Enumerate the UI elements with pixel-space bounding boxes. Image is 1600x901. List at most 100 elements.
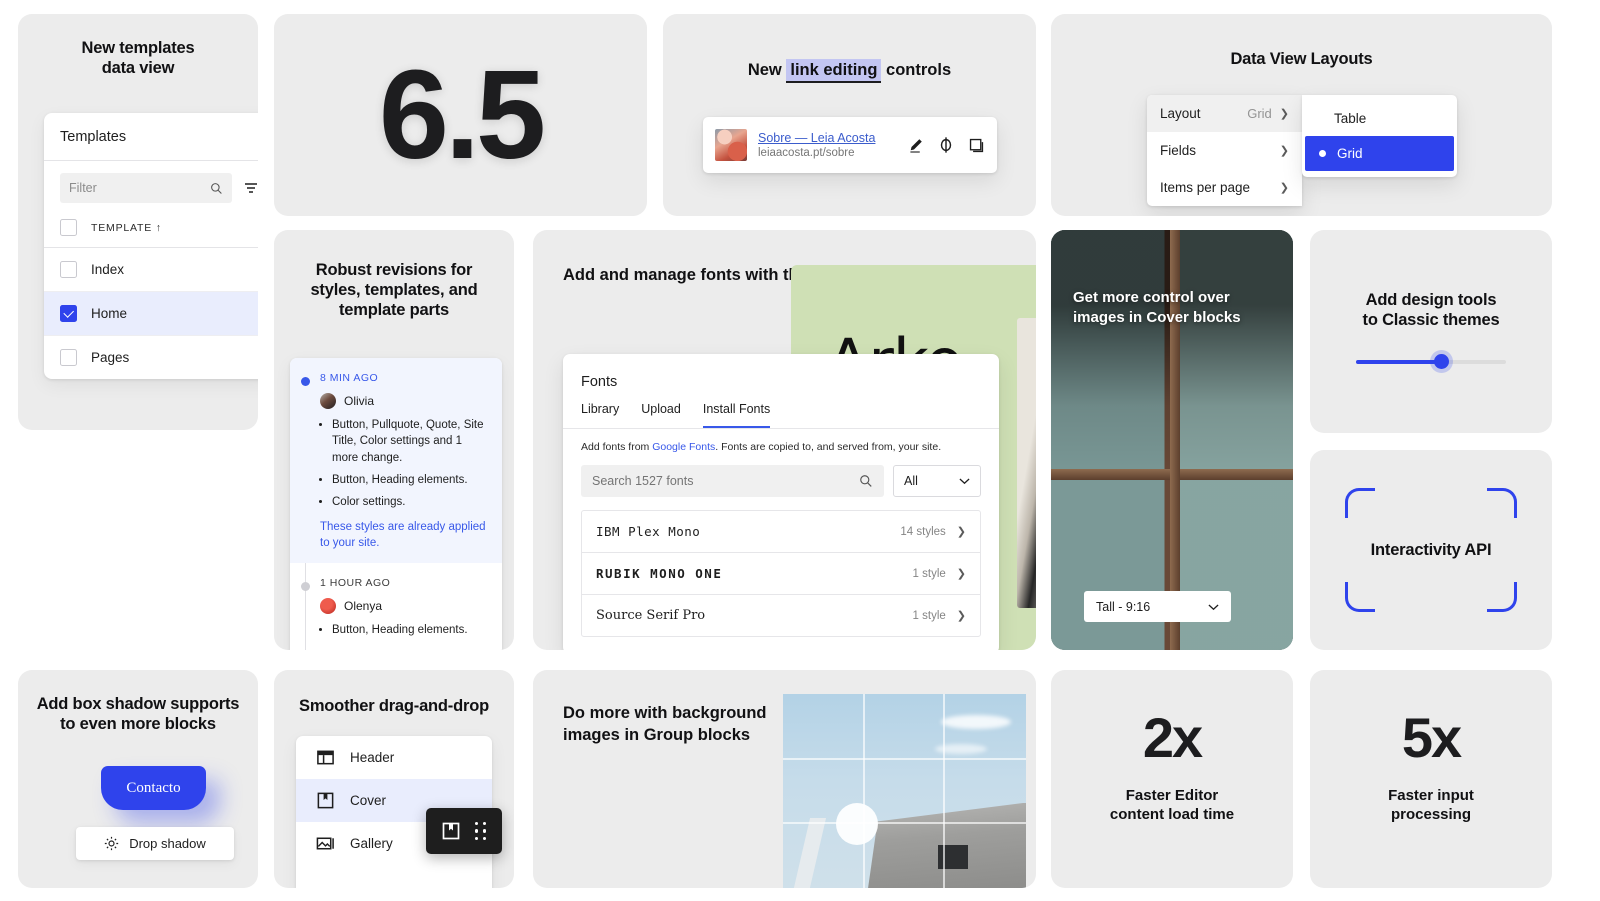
unlink-icon[interactable] [937, 136, 955, 154]
title-part-after: controls [881, 61, 952, 79]
card-box-shadow: Add box shadow supports to even more blo… [18, 670, 258, 888]
cover-block-icon [316, 791, 335, 810]
fonts-tabs: Library Upload Install Fonts [563, 402, 999, 429]
list-item[interactable]: Source Serif Pro 1 style ❯ [582, 595, 980, 636]
font-styles-count: 1 style [912, 609, 946, 622]
block-label: Cover [350, 793, 387, 808]
card-templates-data-view: New templates data view Templates Filter… [18, 14, 258, 430]
menu-item-items-per-page[interactable]: Items per page ❯ [1147, 169, 1302, 206]
block-label: Gallery [350, 836, 393, 851]
filter-input[interactable]: Filter [60, 173, 232, 203]
slider-thumb[interactable] [1434, 354, 1449, 369]
templates-column-header: TEMPLATE ↑ [44, 213, 258, 248]
selected-dot-icon [1319, 150, 1326, 157]
chevron-right-icon: ❯ [1279, 108, 1289, 120]
chevron-right-icon: ❯ [956, 526, 966, 538]
avatar [320, 393, 336, 409]
card-data-view-layouts: Data View Layouts Layout Grid ❯ Fields ❯… [1051, 14, 1552, 216]
card-title: Do more with background images in Group … [563, 704, 767, 745]
drop-shadow-label: Drop shadow [129, 836, 206, 851]
fonts-search-input[interactable]: Search 1527 fonts [581, 465, 884, 497]
submenu-option-table[interactable]: Table [1302, 101, 1457, 136]
fonts-category-select[interactable]: All [893, 465, 981, 497]
link-popover: Sobre — Leia Acosta leiaacosta.pt/sobre [703, 117, 997, 173]
tab-upload[interactable]: Upload [641, 402, 681, 428]
select-value: Tall - 9:16 [1096, 599, 1151, 614]
row-checkbox[interactable] [60, 305, 77, 322]
design-slider[interactable] [1356, 354, 1506, 369]
search-icon [210, 182, 223, 195]
google-fonts-link[interactable]: Google Fonts [652, 441, 715, 453]
drag-grip-icon[interactable] [475, 822, 487, 840]
table-row[interactable]: Home [44, 292, 258, 336]
cover-block-icon[interactable] [441, 821, 461, 841]
card-cover-blocks: Get more control over images in Cover bl… [1051, 230, 1293, 650]
card-title: Smoother drag-and-drop [299, 697, 489, 715]
revision-entry[interactable]: 1 HOUR AGO Olenya Button, Heading elemen… [290, 563, 502, 650]
group-background-preview [783, 694, 1026, 888]
card-design-tools: Add design tools to Classic themes [1310, 230, 1552, 433]
slider-fill [1356, 360, 1443, 364]
list-item[interactable]: RUBIK MONO ONE 1 style ❯ [582, 553, 980, 595]
revision-user-name: Olivia [344, 394, 375, 408]
layout-menu: Layout Grid ❯ Fields ❯ Items per page ❯ [1147, 95, 1302, 206]
focal-point-handle[interactable] [836, 802, 879, 845]
revision-time: 8 MIN AGO [320, 372, 379, 384]
sun-icon [104, 836, 119, 851]
fonts-list: IBM Plex Mono 14 styles ❯ RUBIK MONO ONE… [581, 510, 981, 637]
table-row[interactable]: Index [44, 248, 258, 292]
link-thumbnail [715, 129, 747, 161]
font-styles: 14 styles ❯ [900, 525, 966, 539]
filter-settings-icon[interactable] [242, 179, 258, 197]
search-placeholder: Search 1527 fonts [592, 474, 694, 488]
menu-item-layout[interactable]: Layout Grid ❯ [1147, 95, 1302, 132]
drop-shadow-control[interactable]: Drop shadow [76, 827, 234, 860]
contacto-button[interactable]: Contacto [101, 766, 206, 810]
list-item[interactable]: IBM Plex Mono 14 styles ❯ [582, 511, 980, 553]
card-group-background-images: Do more with background images in Group … [533, 670, 1036, 888]
card-title: Get more control over images in Cover bl… [1073, 289, 1241, 326]
list-item[interactable]: Header [296, 736, 492, 779]
card-title: Data View Layouts [1230, 50, 1373, 68]
filter-placeholder: Filter [69, 181, 97, 195]
revision-time: 1 HOUR AGO [320, 577, 391, 590]
table-row[interactable]: Pages [44, 336, 258, 379]
select-all-checkbox[interactable] [60, 219, 77, 236]
edit-pencil-icon[interactable] [907, 137, 924, 154]
link-title[interactable]: Sobre — Leia Acosta [758, 131, 896, 145]
tab-install-fonts[interactable]: Install Fonts [702, 402, 771, 428]
tab-library[interactable]: Library [581, 402, 619, 428]
font-styles-count: 1 style [912, 567, 946, 580]
fonts-search-row: Search 1527 fonts All [563, 465, 999, 497]
menu-item-fields[interactable]: Fields ❯ [1147, 132, 1302, 169]
row-checkbox[interactable] [60, 349, 77, 366]
drag-toolbar[interactable] [426, 808, 502, 854]
revision-entry[interactable]: 8 MIN AGO Olivia Button, Pullquote, Quot… [290, 358, 502, 564]
layout-submenu: Table Grid [1302, 95, 1457, 177]
menu-item-value: Grid [1247, 106, 1272, 121]
corner-bracket-top-left-icon [1345, 488, 1375, 518]
link-info: Sobre — Leia Acosta leiaacosta.pt/sobre [758, 131, 896, 159]
select-value: All [904, 474, 918, 488]
card-revisions: Robust revisions for styles, templates, … [274, 230, 514, 650]
revision-change-list: Button, Heading elements. [332, 622, 490, 638]
submenu-option-grid[interactable]: Grid [1305, 136, 1454, 171]
column-header-label: TEMPLATE ↑ [91, 221, 162, 234]
version-number: 6.5 [378, 44, 546, 185]
revision-note: These styles are already applied to your… [320, 520, 486, 549]
card-title: Robust revisions for styles, templates, … [310, 261, 478, 320]
copy-icon[interactable] [968, 137, 985, 154]
timeline-dot-icon [301, 582, 310, 592]
menu-item-label: Layout [1160, 106, 1201, 121]
card-title: Add design tools to Classic themes [1362, 291, 1500, 330]
note-before: Add fonts from [581, 441, 653, 453]
stat-number: 2x [1142, 706, 1203, 769]
note-after: . Fonts are copied to, and served from, … [715, 441, 942, 453]
chevron-down-icon [959, 477, 970, 485]
feature-board: New templates data view Templates Filter… [0, 0, 1600, 901]
aspect-ratio-select[interactable]: Tall - 9:16 [1084, 591, 1231, 622]
row-checkbox[interactable] [60, 261, 77, 278]
chevron-right-icon: ❯ [956, 610, 966, 622]
stat-number: 5x [1401, 706, 1462, 769]
card-version-number: 6.5 [274, 14, 647, 216]
